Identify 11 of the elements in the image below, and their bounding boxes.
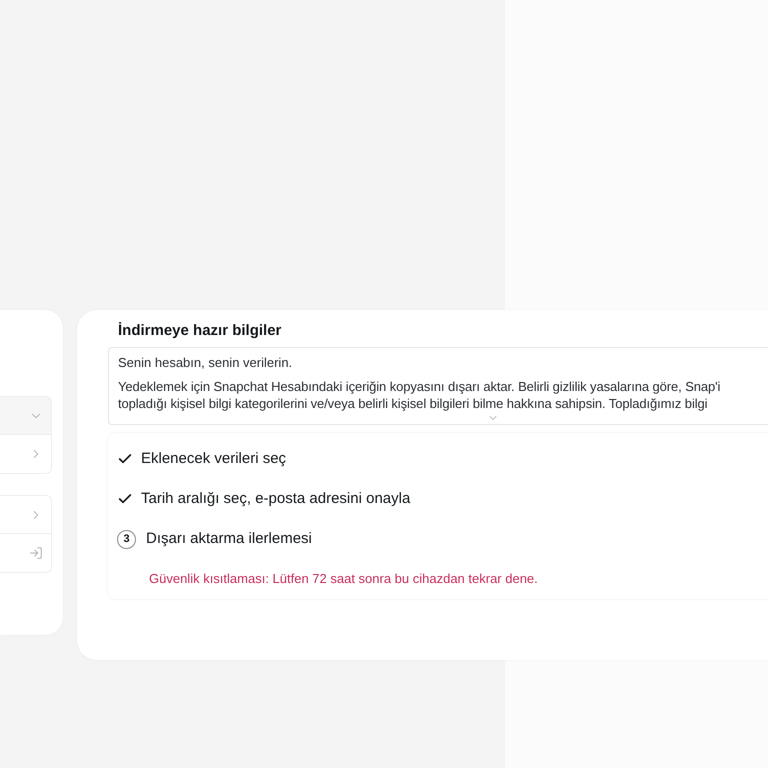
- menu-row[interactable]: [0, 496, 51, 534]
- step-number: 3: [117, 530, 136, 548]
- step-label: Dışarı aktarma ilerlemesi: [146, 528, 312, 549]
- section-title: İndirmeye hazır bilgiler: [117, 321, 282, 341]
- step-label: Tarih aralığı seç, e-posta adresini onayla: [141, 488, 410, 509]
- info-paragraph: Yedeklemek için Snapchat Hesabındaki içeriğin kopyasını dışarı aktar. Belirli gizlilik yasalarına göre, Snap'i topladığı kişisel bilgi kategorilerini ve/veya belirli kişisel bilgileri bilme hakkına sahipsin. Topladığımız bilgi: [118, 378, 722, 412]
- menu-row[interactable]: [0, 397, 51, 435]
- step-label: Eklenecek verileri seç: [141, 448, 286, 469]
- info-heading: Senin hesabın, senin verilerin.: [118, 354, 294, 372]
- login-icon: [29, 546, 43, 560]
- error-message: Güvenlik kısıtlaması: Lütfen 72 saat sonra bu cihazdan tekrar dene.: [149, 570, 538, 588]
